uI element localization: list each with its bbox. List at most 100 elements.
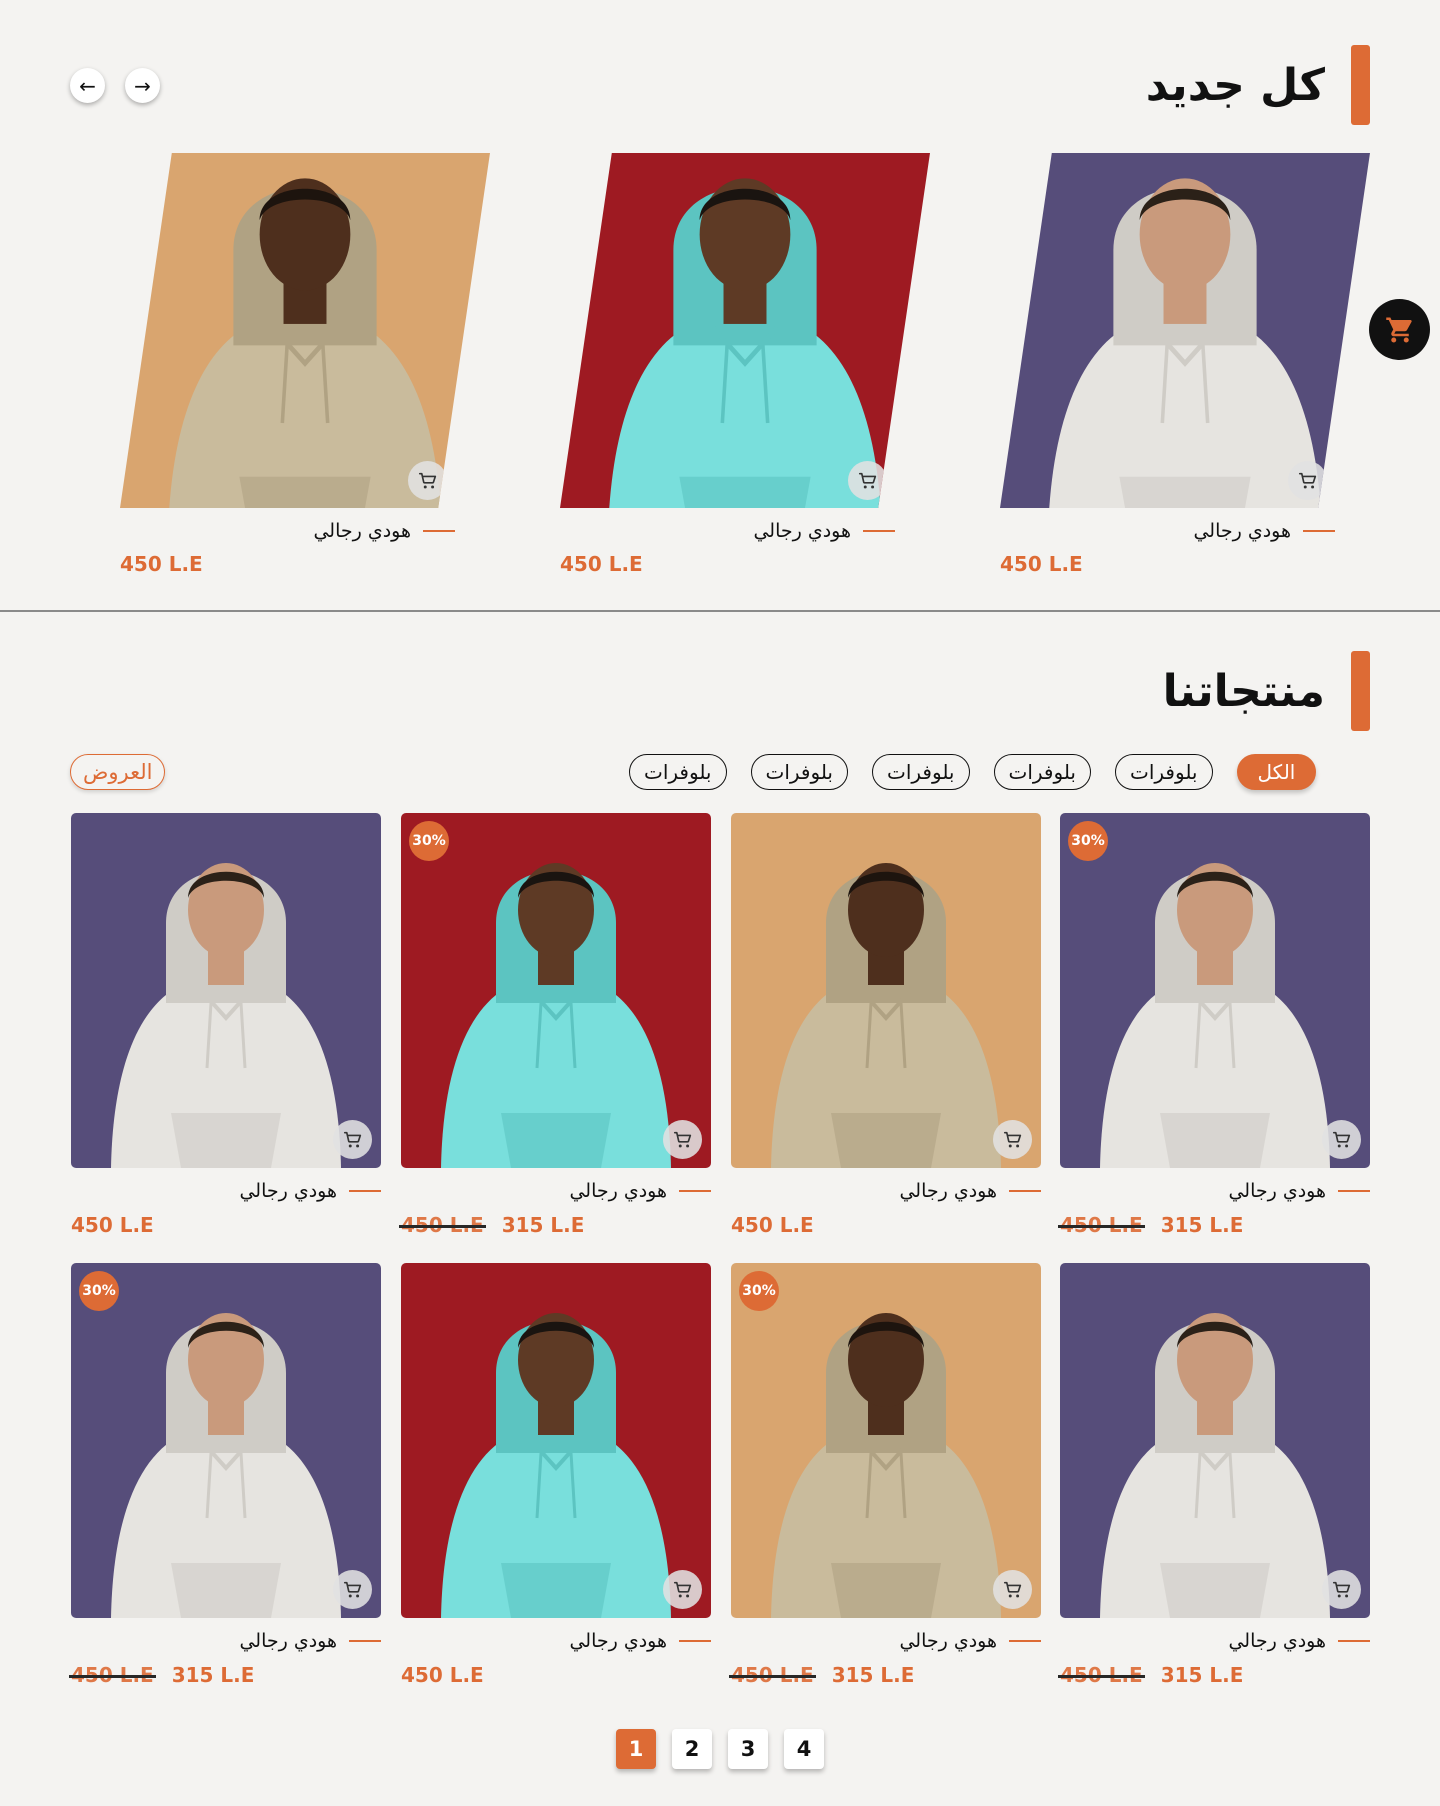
new-product-image[interactable] — [120, 153, 490, 508]
add-to-cart-button[interactable] — [1288, 461, 1327, 500]
product-photo — [1060, 1263, 1370, 1618]
product-price: 450 L.E — [71, 1213, 154, 1237]
new-section-title: كل جديد — [1145, 59, 1325, 111]
filter-chip[interactable]: بلوفرات — [1115, 754, 1213, 790]
product-photo — [71, 813, 381, 1168]
products-section-title: منتجاتنا — [1162, 665, 1325, 717]
filter-chip[interactable]: بلوفرات — [750, 754, 848, 790]
product-price: 450 L.E 315 L.E — [1058, 1663, 1244, 1687]
name-dash — [863, 530, 895, 532]
add-to-cart-button[interactable] — [663, 1120, 702, 1159]
add-to-cart-button[interactable] — [848, 461, 887, 500]
title-accent-bar — [1351, 651, 1370, 731]
carousel-arrows: ← → — [70, 68, 160, 103]
name-dash — [349, 1190, 381, 1192]
offers-button[interactable]: العروض — [70, 754, 166, 790]
product-name: هودي رجالي — [239, 1180, 381, 1202]
product-price: 450 L.E 315 L.E — [69, 1663, 255, 1687]
add-to-cart-button[interactable] — [408, 461, 447, 500]
product-image[interactable] — [731, 813, 1041, 1168]
product-name-text: هودي رجالي — [899, 1180, 997, 1202]
product-image[interactable] — [1060, 1263, 1370, 1618]
cart-icon — [1332, 1581, 1350, 1597]
product-image[interactable]: 30% — [731, 1263, 1041, 1618]
product-price: 450 L.E — [120, 552, 203, 576]
new-section-header: كل جديد — [1146, 45, 1370, 125]
price-text: 315 L.E — [501, 1213, 585, 1237]
name-dash — [1009, 1640, 1041, 1642]
product-price: 450 L.E — [560, 552, 643, 576]
price-text: 315 L.E — [171, 1663, 255, 1687]
product-name-text: هودي رجالي — [753, 520, 851, 542]
filter-chip[interactable]: بلوفرات — [993, 754, 1091, 790]
add-to-cart-button[interactable] — [993, 1120, 1032, 1159]
product-image[interactable]: 30% — [401, 813, 711, 1168]
cart-icon — [673, 1131, 691, 1147]
name-dash — [1338, 1640, 1370, 1642]
price-text: 450 L.E — [560, 552, 643, 576]
filter-chip-all[interactable]: الكل — [1236, 754, 1317, 790]
product-name: هودي رجالي — [239, 1630, 381, 1652]
price-text: 315 L.E — [1160, 1213, 1244, 1237]
product-image[interactable] — [71, 813, 381, 1168]
page-button[interactable]: 2 — [672, 1729, 712, 1769]
prev-arrow-button[interactable]: ← — [70, 68, 105, 103]
price-text: 450 L.E — [1000, 552, 1083, 576]
cart-icon — [1003, 1131, 1021, 1147]
add-to-cart-button[interactable] — [663, 1570, 702, 1609]
floating-cart-button[interactable] — [1369, 299, 1430, 360]
price-text: 450 L.E — [71, 1213, 154, 1237]
add-to-cart-button[interactable] — [333, 1120, 372, 1159]
product-price: 450 L.E — [731, 1213, 814, 1237]
category-filters: الكل بلوفرات بلوفرات بلوفرات بلوفرات بلو… — [629, 754, 1317, 790]
old-price: 450 L.E — [399, 1213, 486, 1237]
product-image[interactable]: 30% — [71, 1263, 381, 1618]
filter-chip[interactable]: بلوفرات — [629, 754, 727, 790]
add-to-cart-button[interactable] — [333, 1570, 372, 1609]
name-dash — [1303, 530, 1335, 532]
product-image[interactable]: 30% — [1060, 813, 1370, 1168]
add-to-cart-button[interactable] — [993, 1570, 1032, 1609]
cart-icon — [1298, 472, 1316, 488]
product-name-text: هودي رجالي — [1193, 520, 1291, 542]
product-photo — [731, 813, 1041, 1168]
discount-badge: 30% — [739, 1271, 779, 1311]
product-name: هودي رجالي — [753, 520, 895, 542]
price-text: 450 L.E — [120, 552, 203, 576]
product-price: 450 L.E — [401, 1663, 484, 1687]
product-photo — [731, 1263, 1041, 1618]
price-text: 315 L.E — [1160, 1663, 1244, 1687]
product-name: هودي رجالي — [1228, 1630, 1370, 1652]
cart-icon — [418, 472, 436, 488]
section-divider — [0, 610, 1440, 612]
new-product-image[interactable] — [1000, 153, 1370, 508]
discount-badge: 30% — [1068, 821, 1108, 861]
product-name-text: هودي رجالي — [569, 1630, 667, 1652]
next-arrow-button[interactable]: → — [125, 68, 160, 103]
filter-chip[interactable]: بلوفرات — [872, 754, 970, 790]
product-image[interactable] — [401, 1263, 711, 1618]
product-name: هودي رجالي — [313, 520, 455, 542]
page-button[interactable]: 3 — [728, 1729, 768, 1769]
page-button[interactable]: 4 — [784, 1729, 824, 1769]
cart-icon — [343, 1131, 361, 1147]
cart-icon — [858, 472, 876, 488]
old-price: 450 L.E — [1058, 1213, 1145, 1237]
product-price: 450 L.E — [1000, 552, 1083, 576]
page-button[interactable]: 1 — [616, 1729, 656, 1769]
price-text: 450 L.E — [401, 1663, 484, 1687]
product-name-text: هودي رجالي — [1228, 1180, 1326, 1202]
product-photo — [560, 153, 930, 508]
product-name: هودي رجالي — [1193, 520, 1335, 542]
price-text: 315 L.E — [831, 1663, 915, 1687]
discount-badge: 30% — [409, 821, 449, 861]
product-name-text: هودي رجالي — [569, 1180, 667, 1202]
cart-icon — [673, 1581, 691, 1597]
name-dash — [1009, 1190, 1041, 1192]
price-text: 450 L.E — [731, 1213, 814, 1237]
new-product-image[interactable] — [560, 153, 930, 508]
products-section-header: منتجاتنا — [1163, 651, 1370, 731]
add-to-cart-button[interactable] — [1322, 1570, 1361, 1609]
discount-badge: 30% — [79, 1271, 119, 1311]
add-to-cart-button[interactable] — [1322, 1120, 1361, 1159]
